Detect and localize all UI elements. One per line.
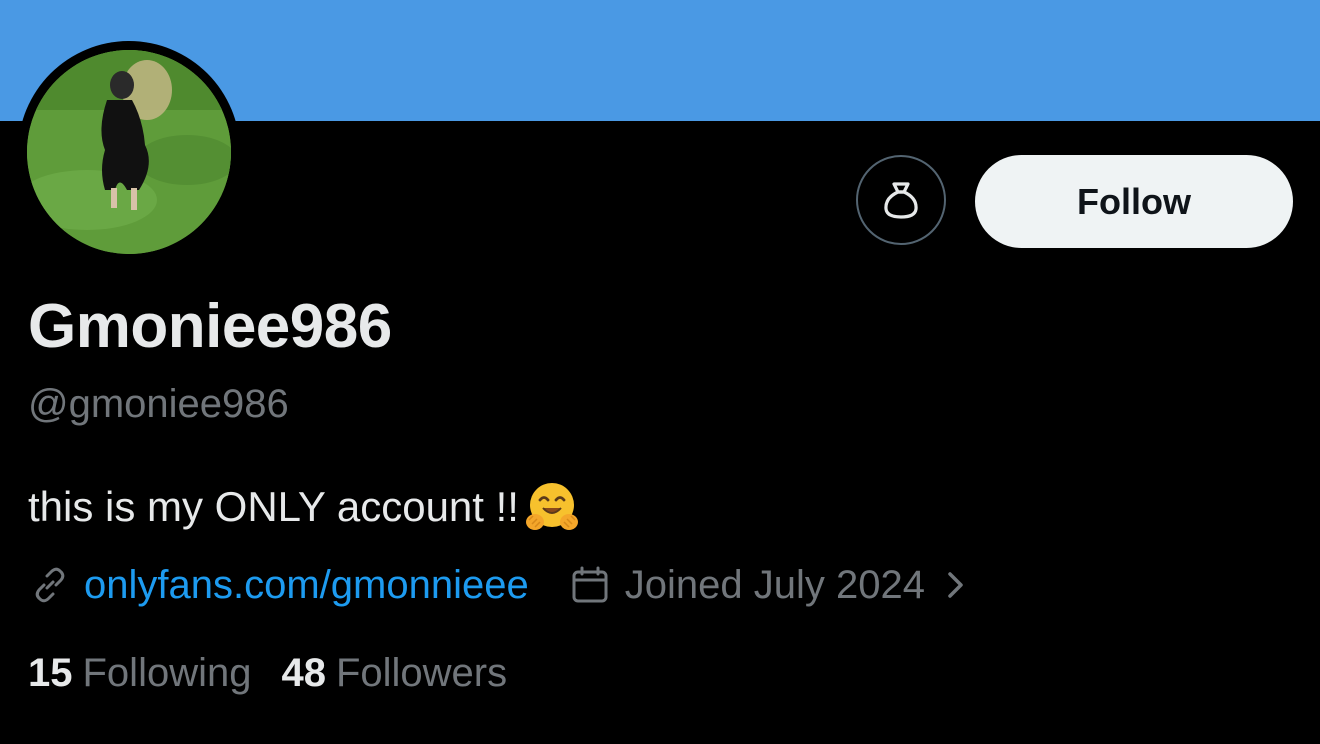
followers-stat[interactable]: 48 Followers: [281, 651, 507, 696]
calendar-icon: [572, 566, 608, 603]
tip-button[interactable]: [856, 155, 946, 245]
followers-count: 48: [281, 650, 326, 695]
display-name: Gmoniee986: [28, 292, 392, 361]
link-icon: [35, 567, 65, 603]
follow-stats: 15 Following 48 Followers: [28, 648, 507, 698]
following-stat[interactable]: 15 Following: [28, 651, 251, 696]
follow-button[interactable]: Follow: [975, 155, 1293, 248]
profile-page: Follow Gmoniee986 @gmoniee986 this is my…: [0, 0, 1320, 744]
chevron-right-icon[interactable]: [943, 568, 969, 602]
followers-label: Followers: [335, 650, 508, 695]
joined-date[interactable]: Joined July 2024: [625, 561, 925, 609]
following-label: Following: [82, 650, 252, 695]
website-link[interactable]: onlyfans.com/gmonnieee: [84, 561, 529, 609]
avatar[interactable]: [27, 50, 231, 254]
username-handle: @gmoniee986: [28, 382, 289, 426]
profile-bio: this is my ONLY account !!: [28, 478, 581, 536]
following-count: 15: [28, 650, 73, 695]
profile-meta: onlyfans.com/gmonnieee Joined July 2024: [30, 560, 969, 610]
hugging-face-icon: [525, 483, 578, 530]
bio-text: this is my ONLY account !!: [28, 483, 519, 530]
money-bag-icon: [884, 182, 918, 219]
